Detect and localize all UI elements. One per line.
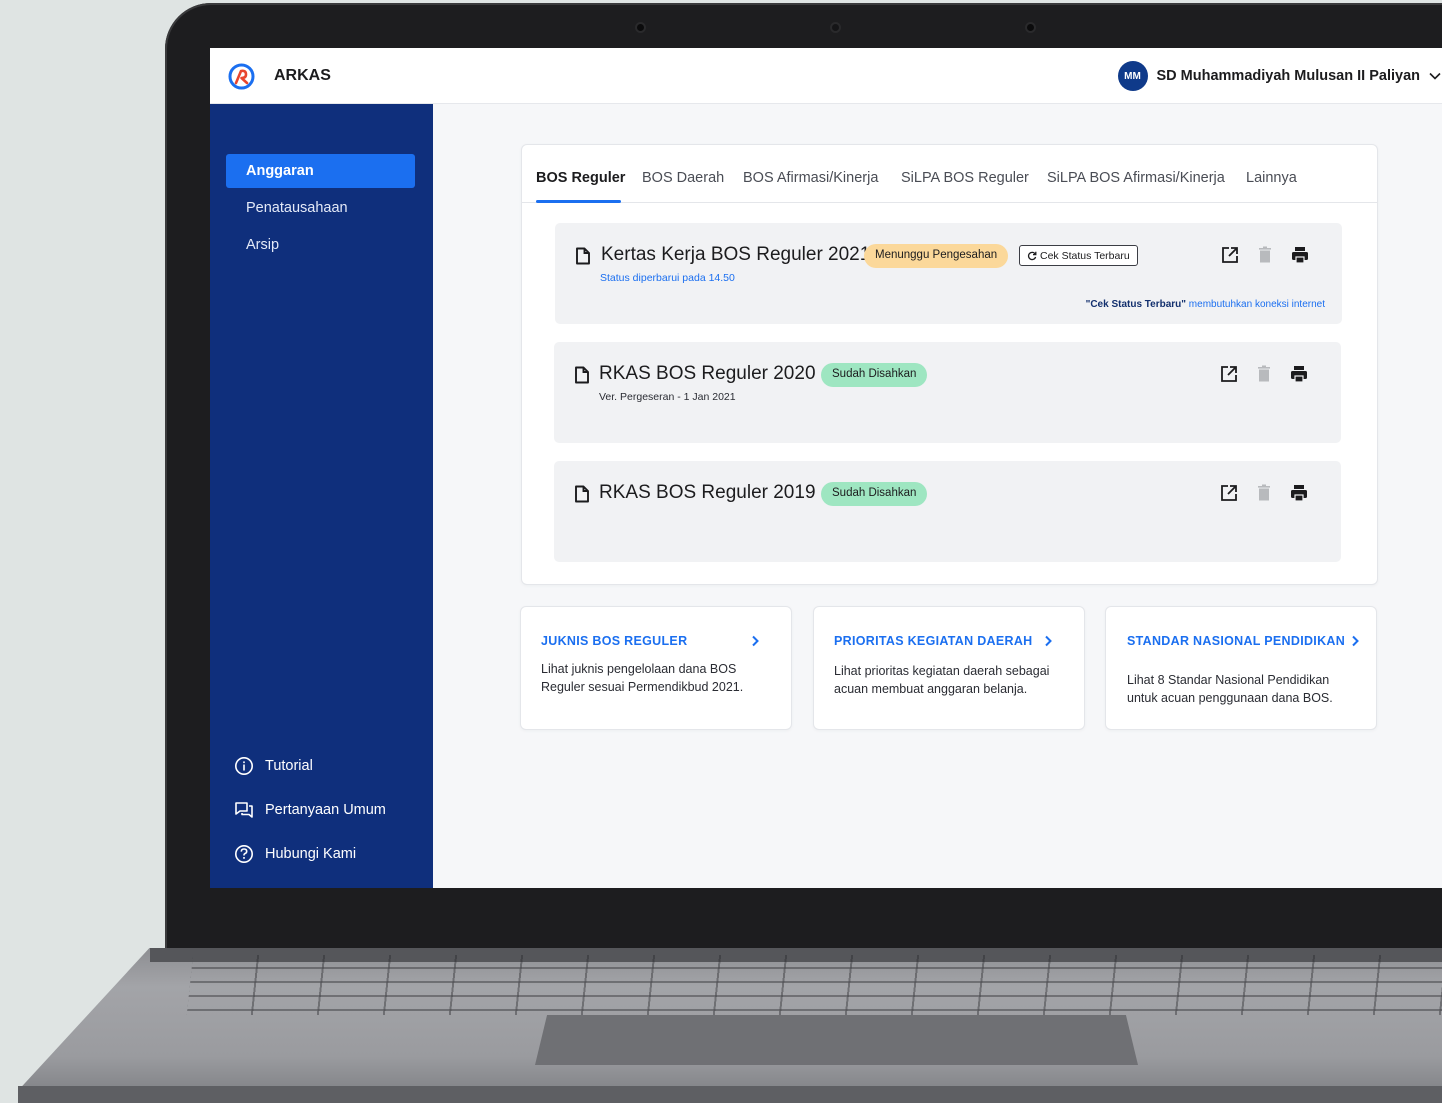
info-card-title[interactable]: PRIORITAS KEGIATAN DAERAH — [834, 634, 1032, 648]
sidebar-item-anggaran[interactable]: Anggaran — [226, 154, 415, 188]
status-updated-text: Status diperbarui pada 14.50 — [600, 272, 735, 284]
info-card-desc: Lihat juknis pengelolaan dana BOS Regule… — [541, 662, 744, 694]
delete-icon[interactable] — [1255, 245, 1275, 265]
chat-icon — [235, 802, 253, 818]
tab-bos-daerah[interactable]: BOS Daerah — [642, 170, 724, 186]
help-item-faq[interactable]: Pertanyaan Umum — [234, 800, 386, 820]
laptop-edge — [18, 1086, 1442, 1103]
arkas-logo-icon — [228, 63, 255, 90]
delete-icon[interactable] — [1254, 364, 1274, 384]
delete-icon[interactable] — [1254, 483, 1274, 503]
open-external-icon[interactable] — [1220, 245, 1240, 265]
info-card-desc: Lihat 8 Standar Nasional Pendidikan untu… — [1127, 673, 1333, 705]
tab-silpa-bos-reguler[interactable]: SiLPA BOS Reguler — [901, 170, 1029, 186]
top-bar: ARKAS MM SD Muhammadiyah Mulusan II Pali… — [210, 48, 1442, 104]
chevron-right-icon[interactable] — [1349, 634, 1361, 648]
document-title[interactable]: Kertas Kerja BOS Reguler 2021 — [601, 244, 870, 266]
internet-note: "Cek Status Terbaru" membutuhkan koneksi… — [1086, 299, 1325, 310]
app-screen: ARKAS MM SD Muhammadiyah Mulusan II Pali… — [210, 48, 1442, 888]
open-external-icon[interactable] — [1219, 364, 1239, 384]
avatar[interactable]: MM — [1117, 61, 1148, 91]
document-icon — [575, 485, 589, 503]
info-card-prioritas[interactable]: PRIORITAS KEGIATAN DAERAH Lihat priorita… — [813, 606, 1085, 730]
status-badge: Menunggu Pengesahan — [864, 244, 1009, 268]
check-status-label: Cek Status Terbaru — [1040, 249, 1130, 262]
school-name[interactable]: SD Muhammadiyah Mulusan II Paliyan — [1157, 68, 1420, 84]
document-icon — [576, 247, 590, 265]
camera-icon — [832, 24, 839, 31]
document-row[interactable]: RKAS BOS Reguler 2019 Sudah Disahkan — [554, 461, 1341, 562]
info-card-juknis[interactable]: JUKNIS BOS REGULER Lihat juknis pengelol… — [520, 606, 792, 730]
info-card-desc: Lihat prioritas kegiatan daerah sebagai … — [834, 664, 1050, 696]
version-text: Ver. Pergeseran - 1 Jan 2021 — [599, 391, 736, 403]
tab-bos-reguler[interactable]: BOS Reguler — [536, 170, 625, 186]
info-card-standar[interactable]: STANDAR NASIONAL PENDIDIKAN Lihat 8 Stan… — [1105, 606, 1377, 730]
app-title: ARKAS — [274, 67, 331, 84]
status-badge: Sudah Disahkan — [821, 363, 928, 387]
active-tab-indicator — [536, 200, 621, 203]
print-icon[interactable] — [1289, 364, 1309, 384]
trackpad — [535, 1015, 1138, 1065]
question-icon — [235, 845, 253, 863]
sidebar-item-penatausahaan[interactable]: Penatausahaan — [226, 191, 415, 225]
info-card-title[interactable]: STANDAR NASIONAL PENDIDIKAN — [1127, 634, 1345, 648]
note-rest: membutuhkan koneksi internet — [1186, 299, 1325, 310]
status-badge: Sudah Disahkan — [821, 482, 928, 506]
open-external-icon[interactable] — [1219, 483, 1239, 503]
print-icon[interactable] — [1289, 483, 1309, 503]
sidebar-item-arsip[interactable]: Arsip — [226, 228, 415, 262]
sensor-dot — [1027, 24, 1034, 31]
info-icon — [235, 757, 253, 775]
note-bold: "Cek Status Terbaru" — [1085, 299, 1187, 310]
user-menu[interactable]: MM SD Muhammadiyah Mulusan II Paliyan — [1117, 60, 1442, 92]
sensor-dot — [637, 24, 644, 31]
tab-silpa-bos-afirmasi[interactable]: SiLPA BOS Afirmasi/Kinerja — [1047, 170, 1225, 186]
chevron-right-icon[interactable] — [1042, 634, 1054, 648]
tab-bar: BOS Reguler BOS Daerah BOS Afirmasi/Kine… — [522, 145, 1377, 203]
keyboard — [186, 955, 1442, 1015]
help-item-label: Tutorial — [265, 758, 313, 774]
check-status-button[interactable]: Cek Status Terbaru — [1019, 245, 1138, 266]
refresh-icon — [1027, 251, 1037, 260]
budget-card: BOS Reguler BOS Daerah BOS Afirmasi/Kine… — [521, 144, 1378, 585]
document-title[interactable]: RKAS BOS Reguler 2020 — [599, 363, 816, 385]
document-icon — [575, 366, 589, 384]
chevron-right-icon[interactable] — [749, 634, 761, 648]
document-title[interactable]: RKAS BOS Reguler 2019 — [599, 482, 816, 504]
info-card-title[interactable]: JUKNIS BOS REGULER — [541, 634, 687, 648]
document-row[interactable]: RKAS BOS Reguler 2020 Sudah Disahkan Ver… — [554, 342, 1341, 443]
tab-bos-afirmasi[interactable]: BOS Afirmasi/Kinerja — [743, 170, 878, 186]
chevron-down-icon[interactable] — [1428, 69, 1442, 83]
document-row[interactable]: Kertas Kerja BOS Reguler 2021 Menunggu P… — [555, 223, 1342, 324]
tab-lainnya[interactable]: Lainnya — [1246, 170, 1297, 186]
help-item-label: Hubungi Kami — [265, 846, 357, 862]
print-icon[interactable] — [1290, 245, 1310, 265]
sidebar: Anggaran Penatausahaan Arsip Tutorial Pe… — [210, 104, 433, 888]
help-item-label: Pertanyaan Umum — [265, 802, 386, 818]
help-item-contact[interactable]: Hubungi Kami — [234, 844, 356, 864]
main-content: BOS Reguler BOS Daerah BOS Afirmasi/Kine… — [433, 104, 1442, 888]
help-item-tutorial[interactable]: Tutorial — [234, 756, 313, 776]
